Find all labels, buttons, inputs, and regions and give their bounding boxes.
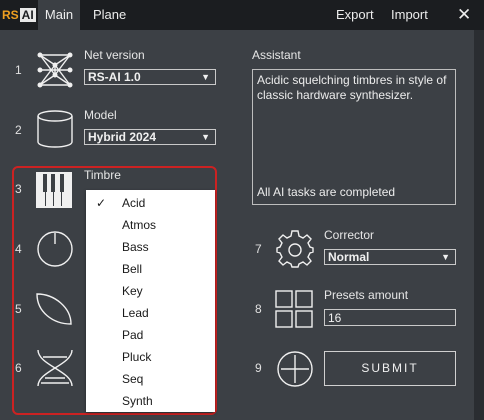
assistant-textarea[interactable]: Acidic squelching timbres in style of cl…	[252, 69, 456, 205]
app-logo: RS AI	[2, 8, 36, 22]
timbre-option-label: Lead	[122, 306, 149, 320]
scrollbar[interactable]	[474, 30, 484, 420]
row-number-1: 1	[15, 63, 22, 77]
timbre-option-synth[interactable]: Synth	[86, 390, 215, 412]
timbre-option-label: Seq	[122, 372, 144, 386]
corrector-select[interactable]: Normal ▼	[324, 249, 456, 265]
presets-amount-label: Presets amount	[324, 288, 409, 302]
timbre-option-label: Acid	[122, 196, 146, 210]
logo-rs: RS	[2, 8, 19, 22]
timbre-option-bell[interactable]: Bell	[86, 258, 215, 280]
export-button[interactable]: Export	[336, 0, 374, 30]
timbre-option-lead[interactable]: Lead	[86, 302, 215, 324]
row-number-8: 8	[255, 302, 262, 316]
chevron-down-icon: ▼	[441, 252, 450, 262]
timbre-option-seq[interactable]: Seq	[86, 368, 215, 390]
chevron-down-icon: ▼	[201, 132, 210, 142]
model-select[interactable]: Hybrid 2024 ▼	[84, 129, 216, 145]
submit-button[interactable]: SUBMIT	[324, 351, 456, 386]
corrector-label: Corrector	[324, 228, 375, 242]
net-version-select[interactable]: RS-AI 1.0 ▼	[84, 69, 216, 85]
grid-icon	[275, 290, 313, 328]
gear-icon	[276, 230, 314, 268]
timbre-option-pad[interactable]: Pad	[86, 324, 215, 346]
row-number-9: 9	[255, 361, 262, 375]
timbre-option-atmos[interactable]: Atmos	[86, 214, 215, 236]
network-icon	[37, 52, 73, 88]
presets-amount-value: 16	[328, 311, 342, 325]
corrector-value: Normal	[328, 250, 370, 264]
net-version-label: Net version	[84, 48, 145, 62]
timbre-option-label: Pad	[122, 328, 144, 342]
timbre-option-label: Bell	[122, 262, 143, 276]
check-icon: ✓	[96, 196, 107, 210]
assistant-status: All AI tasks are completed	[257, 185, 396, 199]
top-bar: RS AI Main Plane Export Import ✕	[0, 0, 484, 30]
timbre-option-key[interactable]: Key	[86, 280, 215, 302]
row-number-2: 2	[15, 123, 22, 137]
timbre-dropdown-menu[interactable]: ✓ Acid Atmos Bass Bell Key Lead Pad Pluc…	[86, 190, 215, 412]
timbre-option-label: Synth	[122, 394, 153, 408]
presets-amount-input[interactable]: 16	[324, 309, 456, 326]
timbre-option-pluck[interactable]: Pluck	[86, 346, 215, 368]
row-number-7: 7	[255, 242, 262, 256]
timbre-option-label: Bass	[122, 240, 149, 254]
tab-plane[interactable]: Plane	[93, 0, 126, 30]
import-button[interactable]: Import	[391, 0, 428, 30]
timbre-option-label: Atmos	[122, 218, 157, 232]
cylinder-icon	[37, 110, 73, 148]
assistant-label: Assistant	[252, 48, 301, 62]
assistant-text: Acidic squelching timbres in style of cl…	[257, 73, 447, 102]
timbre-option-bass[interactable]: Bass	[86, 236, 215, 258]
plus-circle-icon	[277, 351, 313, 387]
logo-ai: AI	[19, 8, 36, 22]
model-label: Model	[84, 108, 117, 122]
chevron-down-icon: ▼	[201, 72, 210, 82]
close-icon[interactable]: ✕	[457, 0, 471, 30]
timbre-option-label: Pluck	[122, 350, 152, 364]
timbre-option-label: Key	[122, 284, 143, 298]
timbre-option-acid[interactable]: ✓ Acid	[86, 192, 215, 214]
model-value: Hybrid 2024	[88, 130, 157, 144]
tab-main[interactable]: Main	[38, 0, 80, 30]
net-version-value: RS-AI 1.0	[88, 70, 141, 84]
